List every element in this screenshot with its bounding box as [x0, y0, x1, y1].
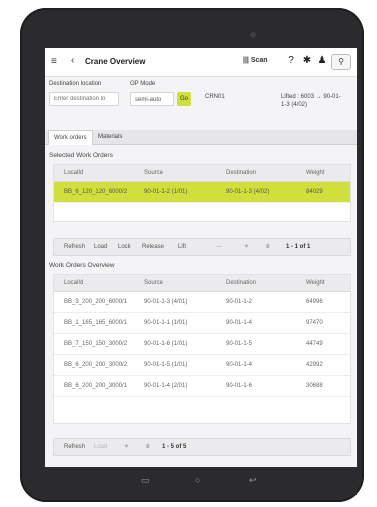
work-orders-overview-title: Work Orders Overview	[49, 262, 115, 269]
gear-icon[interactable]: ✧	[124, 439, 129, 455]
selected-work-orders-title: Selected Work Orders	[49, 152, 113, 159]
table-row[interactable]: BB_7_150_150_3000/2 90-01-1-6 (1/01) 90-…	[54, 334, 350, 355]
load-button[interactable]: Load	[94, 239, 107, 255]
lifted-value: 1-3 (4/02)	[281, 102, 308, 108]
table-row[interactable]: BB_6_200_200_3000/1 90-01-1-4 (2/01) 90-…	[54, 376, 350, 397]
table-header: LocalId Source Destination Weight	[54, 275, 350, 292]
barcode-icon: |||	[243, 57, 249, 64]
column-header-destination[interactable]: Destination	[226, 275, 256, 291]
cell-localid: BB_1_165_165_6000/1	[64, 320, 128, 326]
list-icon[interactable]: ≡	[146, 439, 150, 455]
user-icon[interactable]: ♟	[316, 55, 328, 67]
cell-source: 90-01-1-4 (2/01)	[144, 383, 188, 389]
cell-destination: 90-01-1-4	[226, 362, 253, 368]
cell-weight: 97470	[306, 320, 323, 326]
op-mode-label: OP Mode	[130, 81, 156, 87]
column-header-source[interactable]: Source	[144, 275, 163, 291]
cell-weight: 84029	[306, 189, 323, 195]
tab-work-orders[interactable]: Work orders	[48, 130, 93, 145]
destination-input[interactable]	[49, 92, 119, 106]
work-orders-overview-table: LocalId Source Destination Weight BB_3_2…	[53, 274, 351, 424]
refresh-button[interactable]: Refresh	[64, 239, 85, 255]
app-screen: ≡ ‹ Crane Overview ||| Scan ? ✱ ♟ ⚲ Dest…	[45, 48, 357, 467]
table-row[interactable]: BB_3_200_200_6000/1 90-01-1-3 (4/01) 90-…	[54, 292, 350, 313]
cell-source: 90-01-1-1 (1/01)	[144, 320, 188, 326]
cell-source: 90-01-1-6 (1/01)	[144, 341, 188, 347]
camera-icon	[250, 32, 256, 38]
column-header-localid[interactable]: LocalId	[64, 275, 83, 291]
app-header: ≡ ‹ Crane Overview ||| Scan ? ✱ ♟ ⚲	[45, 48, 357, 77]
tab-bar: Work orders Materials	[45, 130, 357, 145]
lock-button[interactable]: Lock	[118, 239, 131, 255]
page-title: Crane Overview	[85, 57, 146, 66]
release-button[interactable]: Release	[142, 239, 164, 255]
cell-source: 90-01-1-5 (1/01)	[144, 362, 188, 368]
column-header-source[interactable]: Source	[144, 165, 163, 181]
list-icon[interactable]: ≡	[266, 239, 270, 255]
pagination-count: 1 - 1 of 1	[286, 244, 311, 250]
selected-work-orders-table: LocalId Source Destination Weight BB_6_1…	[53, 164, 351, 222]
cell-destination: 90-01-1-2	[226, 299, 253, 305]
chevron-left-icon[interactable]: ‹	[71, 55, 74, 66]
table-row[interactable]: BB_6_200_200_3000/2 90-01-1-5 (1/01) 90-…	[54, 355, 350, 376]
selected-toolbar: Refresh Load Lock Release Lift ··· ✧ ≡ 1…	[53, 238, 351, 256]
more-button[interactable]: ···	[216, 239, 222, 255]
cell-localid: BB_6_200_200_3000/1	[64, 383, 128, 389]
table-empty-space	[54, 397, 350, 423]
cell-source: 90-01-1-2 (1/01)	[144, 189, 188, 195]
lifted-label: Lifted : 6003 → 90-01-	[281, 94, 341, 100]
cell-destination: 90-01-1-4	[226, 320, 253, 326]
device-navigation-bar: ▭ ○ ↩	[45, 467, 357, 495]
search-icon[interactable]: ⚲	[331, 54, 351, 70]
lift-button[interactable]: Lift	[178, 239, 186, 255]
pagination-count: 1 - 5 of 5	[162, 444, 187, 450]
cell-localid: BB_3_200_200_6000/1	[64, 299, 128, 305]
back-icon[interactable]: ↩	[249, 475, 257, 486]
cell-destination: 90-01-1-5	[226, 341, 253, 347]
overview-toolbar: Refresh Load ✧ ≡ 1 - 5 of 5	[53, 438, 351, 456]
scan-button[interactable]: ||| Scan	[243, 57, 268, 64]
cell-weight: 30688	[306, 383, 323, 389]
column-header-weight[interactable]: Weight	[306, 275, 325, 291]
hamburger-menu-icon[interactable]: ≡	[51, 56, 57, 67]
cell-weight: 44749	[306, 341, 323, 347]
go-button[interactable]: Go	[177, 92, 191, 106]
refresh-button[interactable]: Refresh	[64, 439, 85, 455]
cell-weight: 42992	[306, 362, 323, 368]
cell-localid: BB_6_200_200_3000/2	[64, 362, 128, 368]
gear-icon[interactable]: ✧	[244, 239, 249, 255]
cell-destination: 90-01-1-6	[226, 383, 253, 389]
cell-weight: 64996	[306, 299, 323, 305]
recents-icon[interactable]: ▭	[141, 475, 150, 486]
table-header: LocalId Source Destination Weight	[54, 165, 350, 182]
cell-localid: BB_6_120_120_6000/2	[64, 189, 128, 195]
scan-label: Scan	[250, 57, 268, 64]
help-icon[interactable]: ?	[285, 55, 297, 67]
crane-id: CRN01	[205, 94, 225, 100]
load-button[interactable]: Load	[94, 439, 107, 455]
destination-label: Destination location	[49, 81, 102, 87]
tab-materials[interactable]: Materials	[93, 130, 127, 144]
column-header-localid[interactable]: LocalId	[64, 165, 83, 181]
cell-localid: BB_7_150_150_3000/2	[64, 341, 128, 347]
table-row[interactable]: BB_1_165_165_6000/1 90-01-1-1 (1/01) 90-…	[54, 313, 350, 334]
column-header-destination[interactable]: Destination	[226, 165, 256, 181]
table-row[interactable]: BB_6_120_120_6000/2 90-01-1-2 (1/01) 90-…	[54, 182, 350, 203]
column-header-weight[interactable]: Weight	[306, 165, 325, 181]
op-mode-select[interactable]: semi-auto	[130, 92, 174, 106]
cell-source: 90-01-1-3 (4/01)	[144, 299, 188, 305]
cell-destination: 90-01-1-3 (4/02)	[226, 189, 270, 195]
home-icon[interactable]: ○	[195, 475, 200, 485]
gear-icon[interactable]: ✱	[301, 55, 313, 67]
table-empty-space	[54, 203, 350, 221]
